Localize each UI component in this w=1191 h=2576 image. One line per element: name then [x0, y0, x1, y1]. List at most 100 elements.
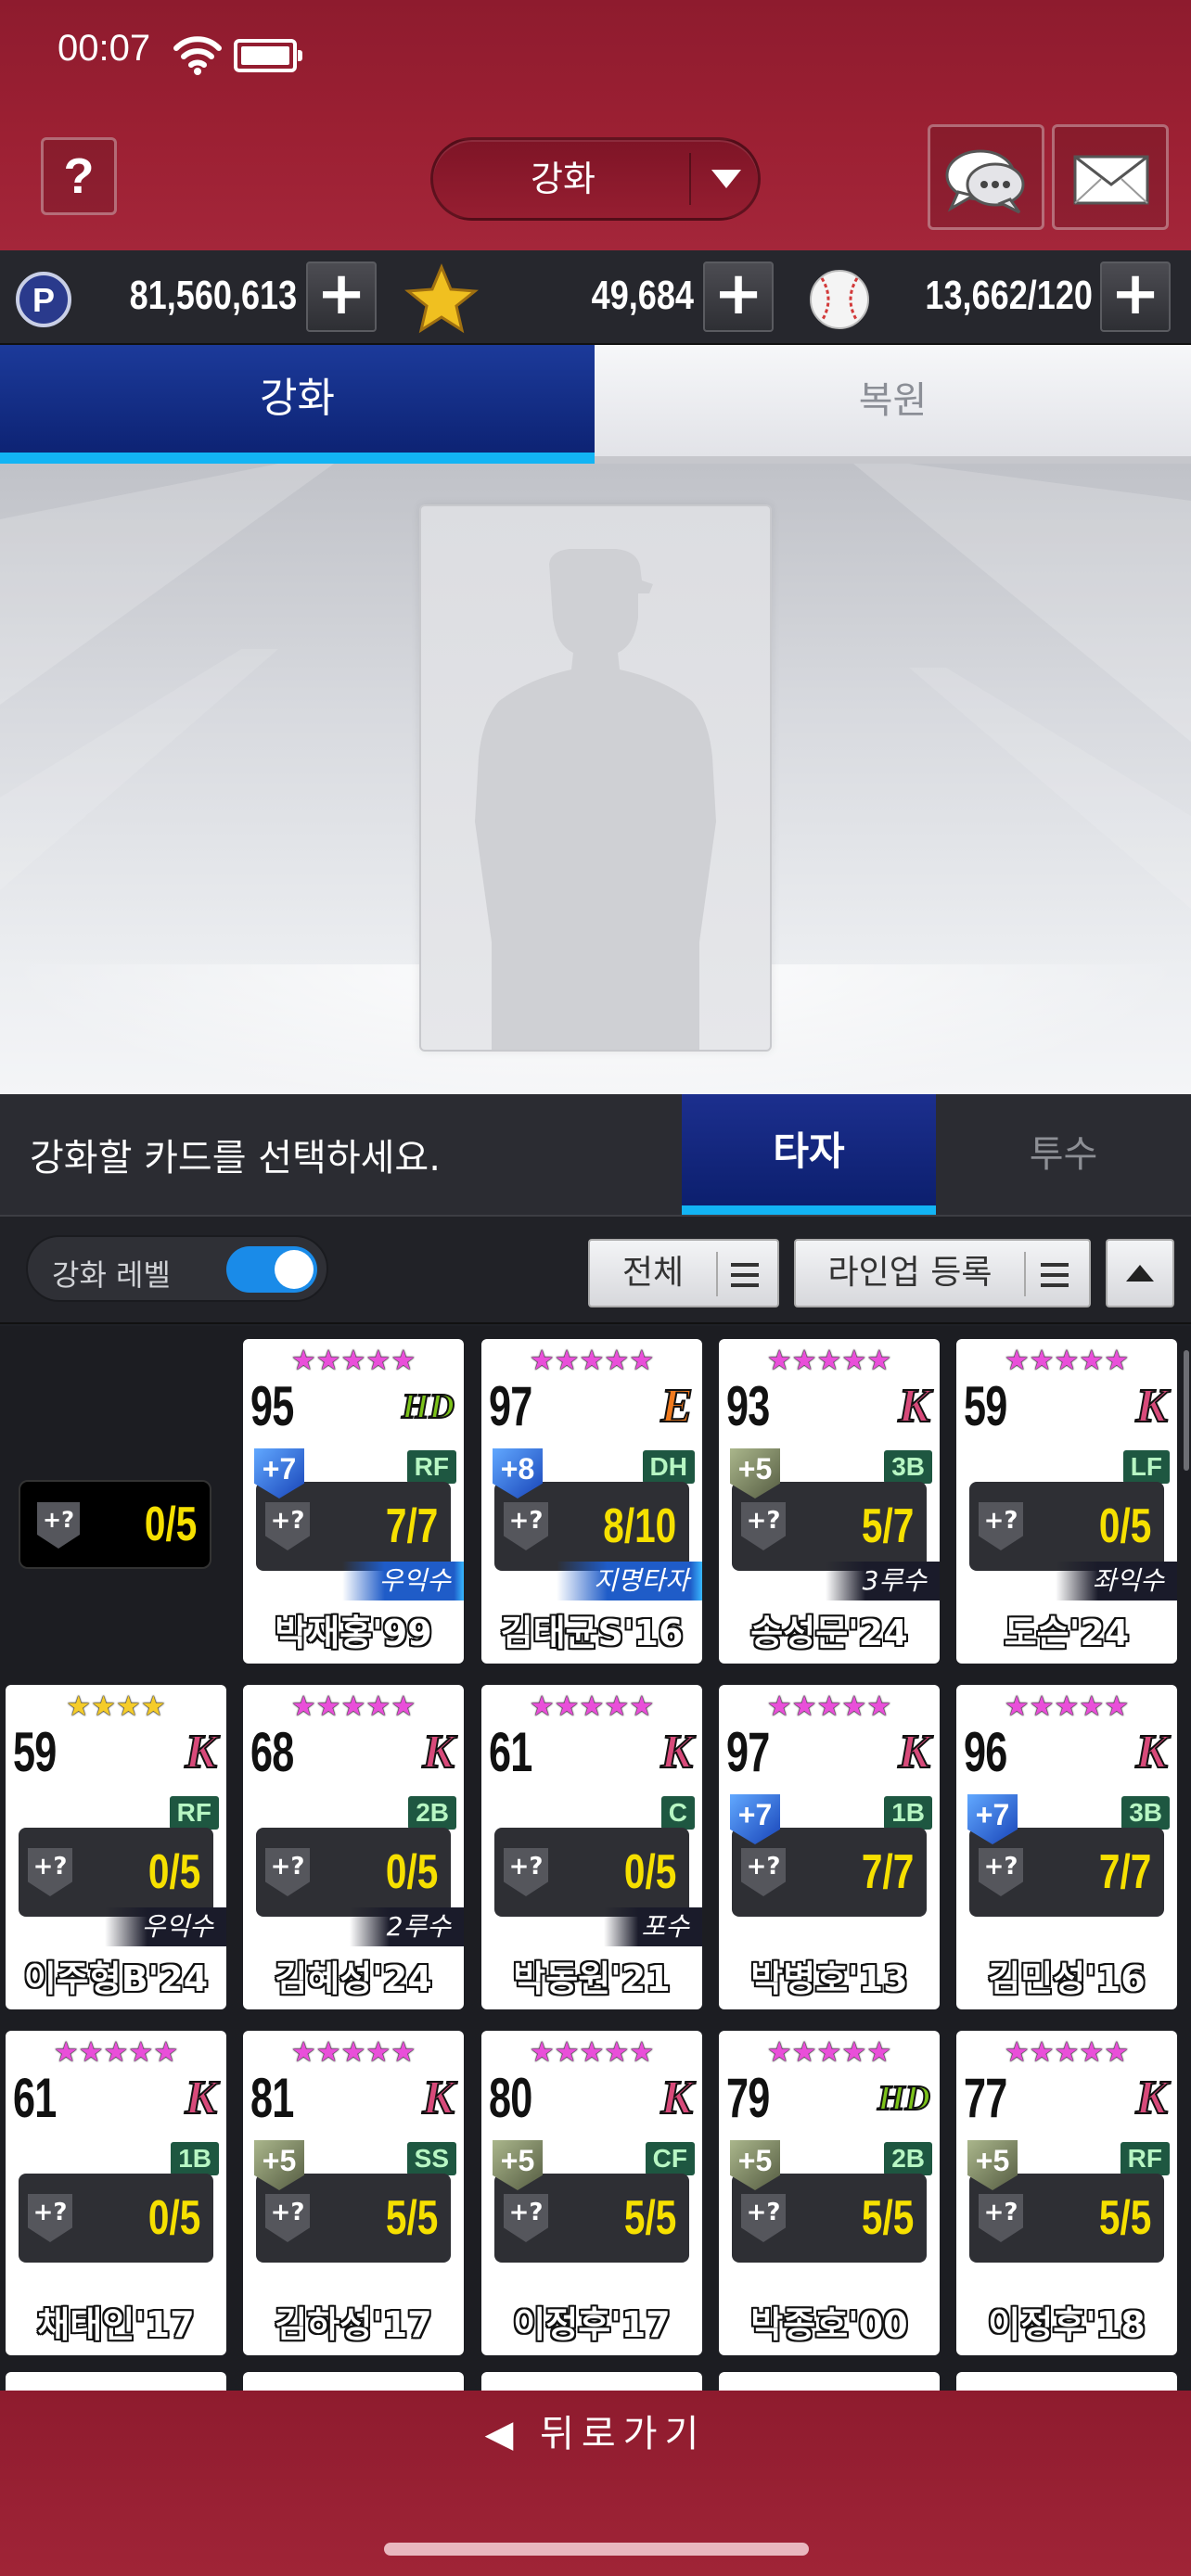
player-card[interactable]: ★★★★★ 96 K 3B +? 7/7 +7 김민성'16 [956, 1685, 1177, 2009]
divider [1024, 1252, 1026, 1296]
menu-icon [731, 1263, 759, 1287]
mode-dropdown[interactable]: 강화 [430, 137, 761, 221]
top-header: 00:07 ? 강화 [0, 0, 1191, 250]
svg-text:P: P [32, 281, 55, 319]
team-logo-icon: K [660, 2072, 694, 2124]
team-logo-icon: K [1134, 2072, 1169, 2124]
plus-level-icon: +? [28, 2194, 72, 2242]
plus-level-icon: +? [741, 1848, 786, 1896]
card-skill: 2루수 [349, 1907, 464, 1946]
sort-up-button[interactable] [1106, 1239, 1174, 1307]
plus-level-icon: +? [265, 1502, 310, 1550]
player-card[interactable]: ★★★★★ 97 E DH +? 8/10 +8 지명타자 김태균S'16 [481, 1339, 702, 1664]
card-skill: 우익수 [104, 1907, 226, 1946]
team-logo-icon: HD [401, 1386, 455, 1427]
balls-value: 13,662/120 [925, 273, 1093, 318]
card-progress: 8/10 [603, 1499, 676, 1553]
card-position: RF [406, 1450, 456, 1484]
mail-icon [1073, 155, 1149, 205]
team-logo-icon: K [897, 1380, 931, 1433]
tab-pitcher[interactable]: 투수 [936, 1094, 1191, 1215]
lineup-filter-button[interactable]: 라인업 등록 [794, 1239, 1091, 1307]
add-points-button[interactable]: + [306, 261, 377, 332]
card-position: C [660, 1796, 695, 1830]
enhance-level-toggle[interactable] [226, 1246, 317, 1293]
card-position: CF [645, 2142, 695, 2175]
card-progress: 7/7 [861, 1845, 914, 1899]
card-position: LF [1122, 1450, 1170, 1484]
player-card[interactable]: ★★★★★ 95 HD RF +? 7/7 +7 우익수 박재홍'99 [243, 1339, 464, 1664]
card-name: 이정후'18 [988, 2304, 1146, 2345]
player-card[interactable]: ★★★★★ 79 HD 2B +? 5/5 +5 박종호'00 [719, 2031, 940, 2355]
card-stars: ★★★★★ [529, 1345, 655, 1377]
tab-batter[interactable]: 타자 [682, 1094, 936, 1215]
filter-all-button[interactable]: 전체 [588, 1239, 779, 1307]
star-icon [404, 263, 479, 334]
card-overall: 77 [964, 2067, 1007, 2129]
player-card[interactable]: ★★★★ 59 K RF +? 0/5 우익수 이주형B'24 [6, 1685, 226, 2009]
player-card[interactable]: ★★★★★ 93 K 3B +? 5/7 +5 3루수 송성문'24 [719, 1339, 940, 1664]
plus-level-icon: +? [979, 2194, 1023, 2242]
card-overall: 97 [489, 1375, 532, 1437]
card-stars: ★★★★★ [766, 2036, 892, 2069]
scrollbar[interactable] [1184, 1350, 1189, 1471]
enhance-level-label: 강화 레벨 [52, 1257, 171, 1293]
card-partial [956, 2372, 1177, 2391]
card-progress-box: +? 7/7 [732, 1828, 927, 1917]
status-time: 00:07 [58, 28, 151, 69]
player-card[interactable]: ★★★★★ 80 K CF +? 5/5 +5 이정후'17 [481, 2031, 702, 2355]
player-card[interactable]: ★★★★★ 59 K LF +? 0/5 좌익수 도슨'24 [956, 1339, 1177, 1664]
add-stars-button[interactable]: + [703, 261, 774, 332]
card-progress-box: +? 0/5 [19, 2174, 213, 2263]
card-grid: +? 0/5 ★★★★★ 95 HD RF +? 7/7 +7 우익수 박재홍'99 ★★★★★ 9… [0, 1326, 1191, 2391]
player-card[interactable]: ★★★★★ 68 K 2B +? 0/5 2루수 김혜성'24 [243, 1685, 464, 2009]
player-card[interactable]: ★★★★★ 61 K 1B +? 0/5 채태인'17 [6, 2031, 226, 2355]
player-card[interactable]: ★★★★★ 77 K RF +? 5/5 +5 이정후'18 [956, 2031, 1177, 2355]
card-stars: ★★★★★ [53, 2036, 179, 2069]
card-progress-box: +? 5/5 [969, 2174, 1164, 2263]
card-position: 2B [884, 2142, 932, 2175]
chat-button[interactable] [928, 124, 1044, 230]
plus-level-icon: +? [741, 2194, 786, 2242]
back-button[interactable]: ◀ 뒤로가기 [0, 2404, 1191, 2457]
card-overall: 95 [250, 1375, 294, 1437]
player-card[interactable]: ★★★★★ 61 K C +? 0/5 포수 박동원'21 [481, 1685, 702, 2009]
battery-icon [234, 39, 302, 72]
player-card[interactable]: ★★★★★ 97 K 1B +? 7/7 +7 박병호'13 [719, 1685, 940, 2009]
card-position: 3B [1121, 1796, 1170, 1830]
card-progress-box: +? 5/5 [494, 2174, 689, 2263]
card-name: 도슨'24 [1004, 1613, 1130, 1653]
card-progress: 5/5 [385, 2191, 438, 2245]
tab-restore[interactable]: 복원 [595, 345, 1191, 464]
add-balls-button[interactable]: + [1100, 261, 1171, 332]
card-partial [243, 2372, 464, 2391]
mail-button[interactable] [1052, 124, 1169, 230]
card-progress-box: +? 0/5 [969, 1482, 1164, 1571]
enhance-level-toggle-wrap: 강화 레벨 [26, 1235, 328, 1302]
empty-card-slot[interactable] [419, 504, 772, 1052]
card-progress: 0/5 [623, 1845, 676, 1899]
card-progress-box: +? 0/5 [19, 1828, 213, 1917]
chevron-down-icon [711, 170, 741, 188]
card-stars: ★★★★★ [290, 1345, 416, 1377]
filter-row: 강화 레벨 전체 라인업 등록 [0, 1215, 1191, 1324]
card-overall: 59 [13, 1721, 57, 1783]
plus-level-icon: +? [265, 2194, 310, 2242]
enhance-level-slot: +? 0/5 [19, 1480, 211, 1569]
card-position: 1B [884, 1796, 932, 1830]
card-progress-box: +? 8/10 [494, 1482, 689, 1571]
tab-enhance[interactable]: 강화 [0, 345, 595, 464]
points-icon: P [16, 272, 71, 327]
stars-value: 49,684 [591, 273, 694, 318]
lineup-filter-label: 라인업 등록 [827, 1254, 992, 1292]
card-skill: 좌익수 [1055, 1562, 1177, 1600]
card-skill: 포수 [604, 1907, 702, 1946]
arrow-up-icon [1126, 1265, 1154, 1282]
selection-row: 강화할 카드를 선택하세요. 타자 투수 [0, 1094, 1191, 1215]
card-skill: 우익수 [341, 1562, 464, 1600]
plus-level-icon: +? [979, 1502, 1023, 1550]
player-card[interactable]: ★★★★★ 81 K SS +? 5/5 +5 김하성'17 [243, 2031, 464, 2355]
card-stars: ★★★★★ [529, 2036, 655, 2069]
home-indicator[interactable] [384, 2543, 809, 2556]
help-button[interactable]: ? [41, 137, 117, 215]
